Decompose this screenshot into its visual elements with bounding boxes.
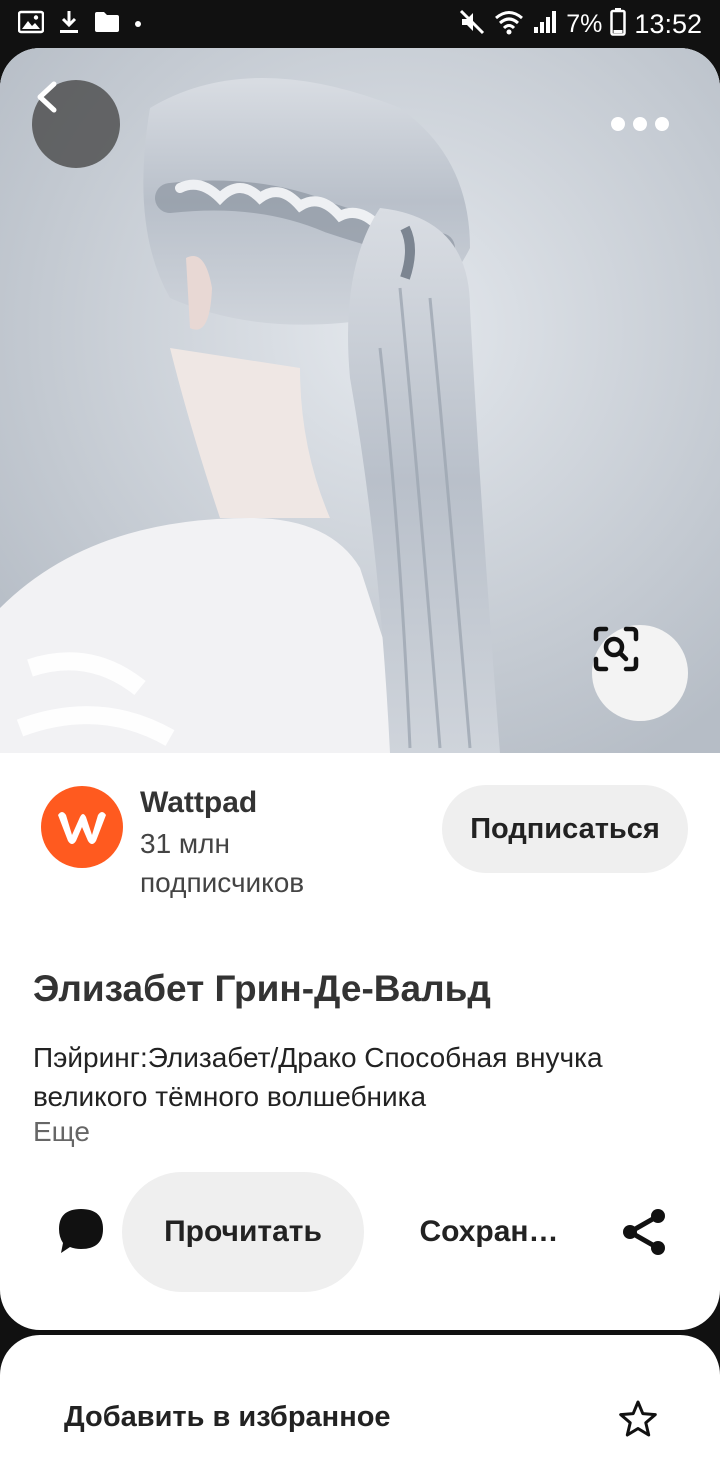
mute-icon — [458, 8, 486, 41]
battery-percent: 7% — [566, 9, 603, 38]
subscribe-button[interactable]: Подписаться — [442, 785, 688, 873]
read-button[interactable]: Прочитать — [122, 1172, 364, 1292]
more-icon — [611, 117, 625, 131]
wattpad-logo-icon — [58, 812, 106, 844]
wifi-icon — [494, 9, 524, 40]
status-bar-system: 7% 13:52 — [458, 6, 702, 42]
signal-icon — [532, 9, 558, 40]
visual-search-icon — [593, 626, 639, 672]
comment-button[interactable] — [56, 1206, 106, 1256]
back-arrow-icon — [37, 81, 57, 113]
status-bar: 7% 13:52 — [0, 0, 720, 48]
pin-card: Wattpad 31 млн подписчиков Подписаться Э… — [0, 48, 720, 1330]
more-icon-dot-3 — [655, 117, 669, 131]
status-bar-notifications — [17, 9, 142, 40]
gallery-icon — [17, 10, 45, 39]
creator-followers: 31 млн подписчиков — [140, 828, 305, 898]
share-button[interactable] — [618, 1206, 670, 1258]
save-button[interactable]: Сохран… — [384, 1172, 594, 1292]
dot-icon — [134, 15, 142, 33]
add-to-favorites-label[interactable]: Добавить в избранное — [64, 1401, 391, 1434]
download-icon — [58, 9, 80, 40]
more-icon-dot-2 — [633, 117, 647, 131]
bottom-sheet: Добавить в избранное — [0, 1335, 720, 1480]
share-icon — [623, 1209, 665, 1255]
back-button[interactable] — [32, 80, 120, 168]
folder-icon — [94, 11, 120, 38]
star-icon[interactable] — [618, 1399, 658, 1439]
clock: 13:52 — [634, 8, 702, 39]
creator-avatar[interactable] — [41, 786, 123, 868]
battery-icon — [610, 7, 627, 41]
visual-search-button[interactable] — [592, 625, 688, 721]
comment-icon — [59, 1209, 103, 1253]
pin-title: Элизабет Грин-Де-Вальд — [33, 968, 491, 1009]
creator-name[interactable]: Wattpad — [140, 786, 257, 820]
more-link[interactable]: Еще — [33, 1116, 90, 1148]
pin-image[interactable] — [0, 48, 720, 753]
pin-description: Пэйринг:Элизабет/Драко Способная внучка … — [33, 1042, 603, 1112]
more-options-button[interactable] — [602, 98, 678, 150]
